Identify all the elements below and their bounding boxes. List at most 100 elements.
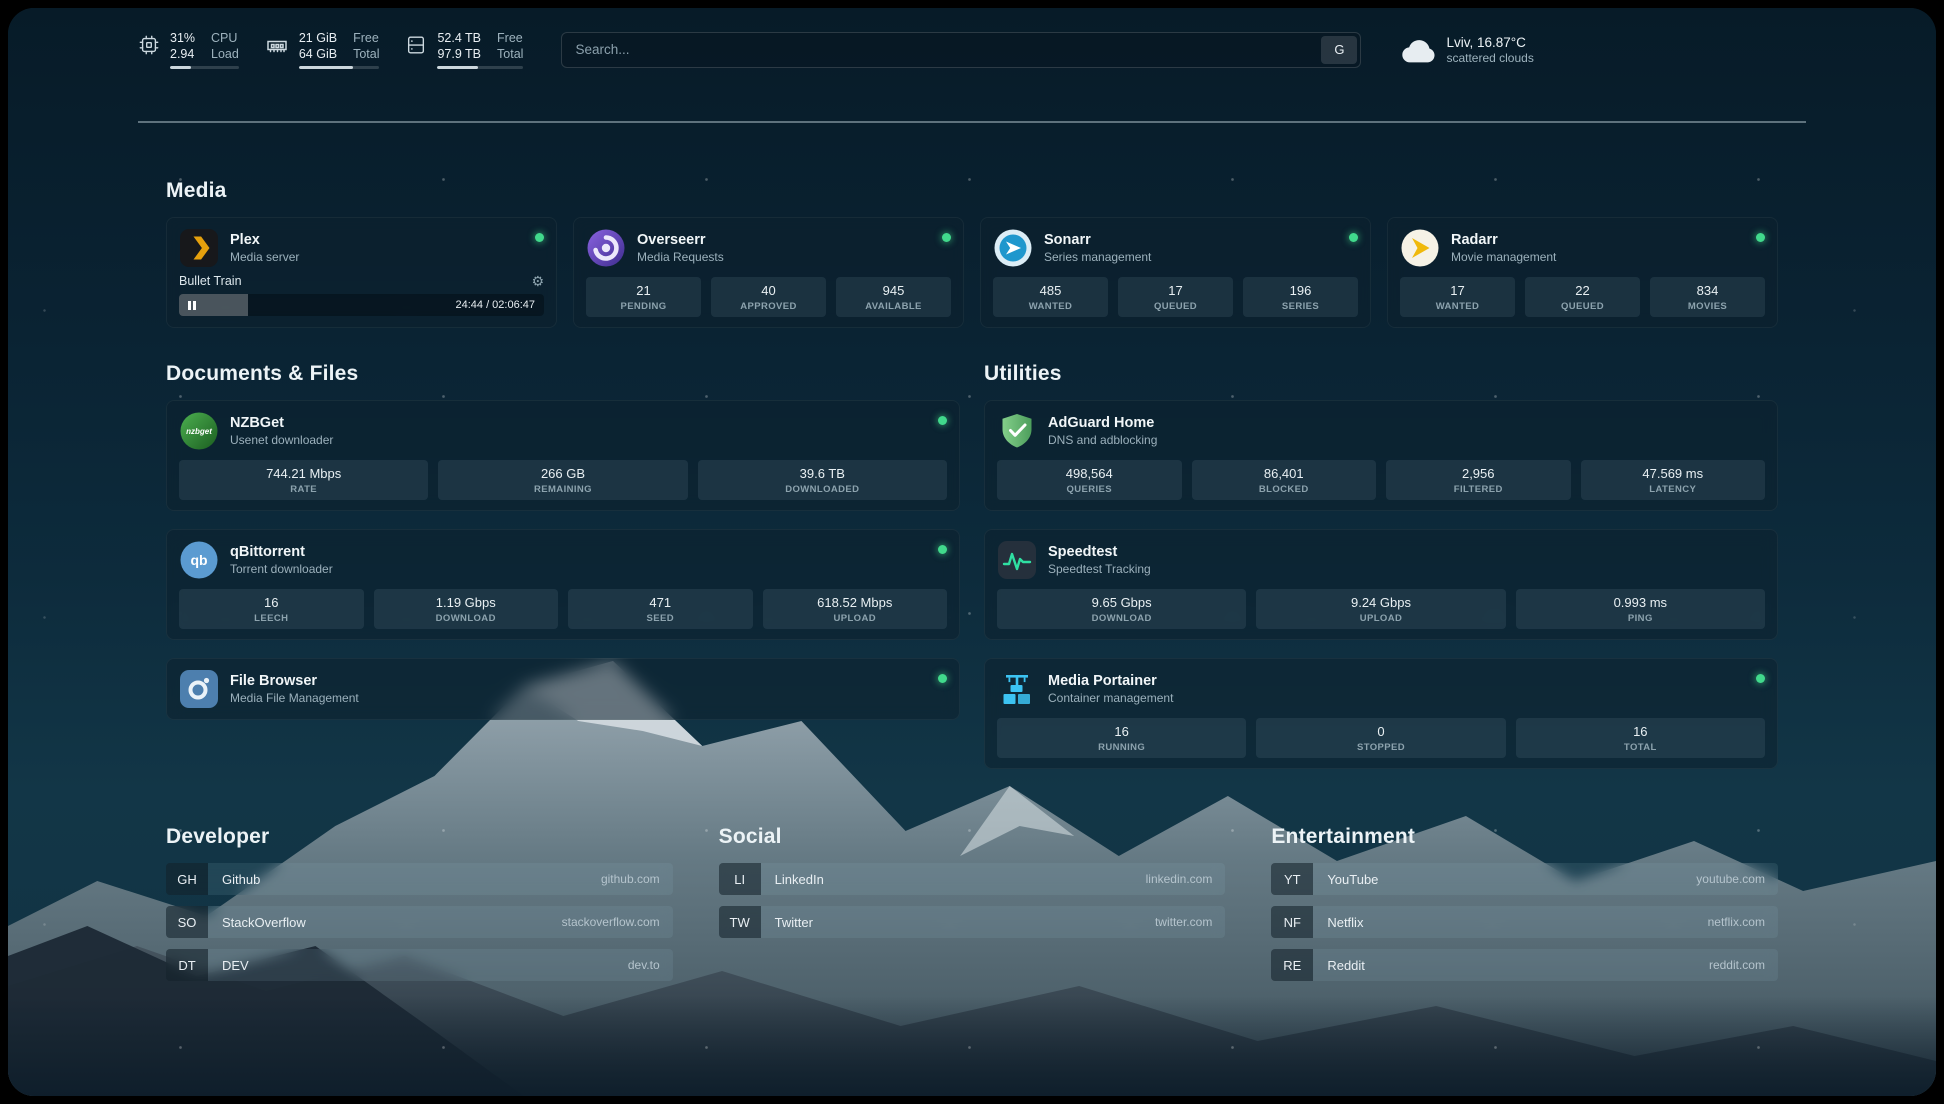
- status-indicator: [1349, 233, 1358, 242]
- radarr-icon: [1400, 228, 1440, 268]
- bookmark-reddit[interactable]: RERedditreddit.com: [1271, 949, 1778, 981]
- bookmark-abbr: LI: [719, 863, 761, 895]
- service-card-adguard-home[interactable]: AdGuard HomeDNS and adblocking498,564QUE…: [984, 400, 1778, 511]
- stat-block: 471SEED: [568, 589, 753, 629]
- stat-label: REMAINING: [442, 484, 683, 495]
- stat-block: 17QUEUED: [1118, 277, 1233, 317]
- service-stats: 9.65 GbpsDOWNLOAD9.24 GbpsUPLOAD0.993 ms…: [997, 589, 1765, 629]
- resource-value: 31%: [170, 30, 195, 46]
- resource-label: Total: [497, 46, 523, 62]
- player-progress-bar[interactable]: 24:44 / 02:06:47: [179, 294, 544, 316]
- bookmark-name: DEV: [208, 949, 249, 981]
- bookmark-group-social: SocialLILinkedInlinkedin.comTWTwittertwi…: [719, 825, 1226, 992]
- stat-block: 47.569 msLATENCY: [1581, 460, 1766, 500]
- stat-value: 744.21 Mbps: [183, 466, 424, 481]
- resource-widget-cpu: 31%CPU2.94Load: [138, 30, 239, 69]
- service-subtitle: Media server: [230, 250, 299, 265]
- filebrowser-icon: [179, 669, 219, 709]
- service-card-sonarr[interactable]: SonarrSeries management485WANTED17QUEUED…: [980, 217, 1371, 328]
- bookmark-url: twitter.com: [1155, 906, 1225, 938]
- stat-value: 471: [572, 595, 749, 610]
- status-indicator: [938, 545, 947, 554]
- stat-block: 21PENDING: [586, 277, 701, 317]
- bookmark-abbr: YT: [1271, 863, 1313, 895]
- search-input[interactable]: [565, 42, 1321, 57]
- gear-icon[interactable]: ⚙: [531, 274, 544, 288]
- service-name: Plex: [230, 231, 299, 249]
- service-card-overseerr[interactable]: OverseerrMedia Requests21PENDING40APPROV…: [573, 217, 964, 328]
- stat-value: 39.6 TB: [702, 466, 943, 481]
- service-card-qbittorrent[interactable]: qbqBittorrentTorrent downloader16LEECH1.…: [166, 529, 960, 640]
- service-card-speedtest[interactable]: SpeedtestSpeedtest Tracking9.65 GbpsDOWN…: [984, 529, 1778, 640]
- stat-label: APPROVED: [715, 301, 822, 312]
- section-title-documents: Documents & Files: [166, 362, 960, 386]
- bookmark-name: Reddit: [1313, 949, 1365, 981]
- service-subtitle: Usenet downloader: [230, 433, 333, 448]
- stat-block: 17WANTED: [1400, 277, 1515, 317]
- service-subtitle: Container management: [1048, 691, 1173, 706]
- pause-icon[interactable]: [188, 301, 196, 310]
- service-stats: 16LEECH1.19 GbpsDOWNLOAD471SEED618.52 Mb…: [179, 589, 947, 629]
- stat-block: 16TOTAL: [1516, 718, 1765, 758]
- service-subtitle: DNS and adblocking: [1048, 433, 1157, 448]
- overseerr-icon: [586, 228, 626, 268]
- bookmark-stackoverflow[interactable]: SOStackOverflowstackoverflow.com: [166, 906, 673, 938]
- dashboard-content: Media PlexMedia serverBullet Train⚙24:44…: [8, 123, 1936, 1032]
- stat-block: 0STOPPED: [1256, 718, 1505, 758]
- stat-block: 86,401 BLOCKED: [1192, 460, 1377, 500]
- bookmark-github[interactable]: GHGithubgithub.com: [166, 863, 673, 895]
- section-title-utilities: Utilities: [984, 362, 1778, 386]
- now-playing-title: Bullet Train: [179, 274, 242, 288]
- stat-block: 744.21 MbpsRATE: [179, 460, 428, 500]
- disk-icon: [405, 34, 427, 56]
- service-name: Speedtest: [1048, 543, 1151, 561]
- resource-label: CPU: [211, 30, 239, 46]
- stat-label: DOWNLOAD: [1001, 613, 1242, 624]
- stat-value: 40: [715, 283, 822, 298]
- two-column-row: Documents & Files nzbgetNZBGetUsenet dow…: [166, 362, 1778, 769]
- bookmark-abbr: TW: [719, 906, 761, 938]
- search-provider-button[interactable]: G: [1321, 36, 1357, 64]
- service-name: Media Portainer: [1048, 672, 1173, 690]
- stat-label: LATENCY: [1585, 484, 1762, 495]
- bookmark-netflix[interactable]: NFNetflixnetflix.com: [1271, 906, 1778, 938]
- bookmark-name: YouTube: [1313, 863, 1378, 895]
- bookmark-group-title: Developer: [166, 825, 673, 849]
- stat-label: QUERIES: [1001, 484, 1178, 495]
- resource-widget-disk: 52.4 TBFree97.9 TBTotal: [405, 30, 523, 69]
- adguard-icon: [997, 411, 1037, 451]
- bookmark-twitter[interactable]: TWTwittertwitter.com: [719, 906, 1226, 938]
- resource-value: 2.94: [170, 46, 195, 62]
- stat-block: 945AVAILABLE: [836, 277, 951, 317]
- service-card-plex[interactable]: PlexMedia server Bullet Train ⚙ 24:44 / 02:…: [166, 217, 557, 328]
- service-subtitle: Media File Management: [230, 691, 359, 706]
- bookmark-youtube[interactable]: YTYouTubeyoutube.com: [1271, 863, 1778, 895]
- weather-condition: scattered clouds: [1446, 51, 1533, 66]
- stat-value: 9.24 Gbps: [1260, 595, 1501, 610]
- cloud-icon: [1401, 36, 1436, 64]
- stat-value: 9.65 Gbps: [1001, 595, 1242, 610]
- service-card-file-browser[interactable]: File BrowserMedia File Management: [166, 658, 960, 720]
- stat-label: BLOCKED: [1196, 484, 1373, 495]
- bookmark-dev[interactable]: DTDEVdev.to: [166, 949, 673, 981]
- media-service-grid: PlexMedia server Bullet Train ⚙ 24:44 / 02:…: [166, 217, 1778, 328]
- service-card-radarr[interactable]: RadarrMovie management17WANTED22QUEUED83…: [1387, 217, 1778, 328]
- bookmark-list: GHGithubgithub.com SOStackOverflowstackov…: [166, 863, 673, 981]
- service-name: File Browser: [230, 672, 359, 690]
- service-card-media-portainer[interactable]: Media PortainerContainer management16RUN…: [984, 658, 1778, 769]
- stat-value: 1.19 Gbps: [378, 595, 555, 610]
- stat-block: 196SERIES: [1243, 277, 1358, 317]
- stat-block: 22QUEUED: [1525, 277, 1640, 317]
- service-subtitle: Series management: [1044, 250, 1151, 265]
- stat-value: 86,401: [1196, 466, 1373, 481]
- bookmark-name: Github: [208, 863, 260, 895]
- stat-value: 266 GB: [442, 466, 683, 481]
- service-card-nzbget[interactable]: nzbgetNZBGetUsenet downloader744.21 Mbps…: [166, 400, 960, 511]
- bookmark-linkedin[interactable]: LILinkedInlinkedin.com: [719, 863, 1226, 895]
- stat-label: SERIES: [1247, 301, 1354, 312]
- stat-label: UPLOAD: [1260, 613, 1501, 624]
- service-stats: 17WANTED22QUEUED834MOVIES: [1400, 277, 1765, 317]
- documents-service-list: nzbgetNZBGetUsenet downloader744.21 Mbps…: [166, 400, 960, 720]
- stat-label: PENDING: [590, 301, 697, 312]
- svg-text:nzbget: nzbget: [186, 427, 212, 436]
